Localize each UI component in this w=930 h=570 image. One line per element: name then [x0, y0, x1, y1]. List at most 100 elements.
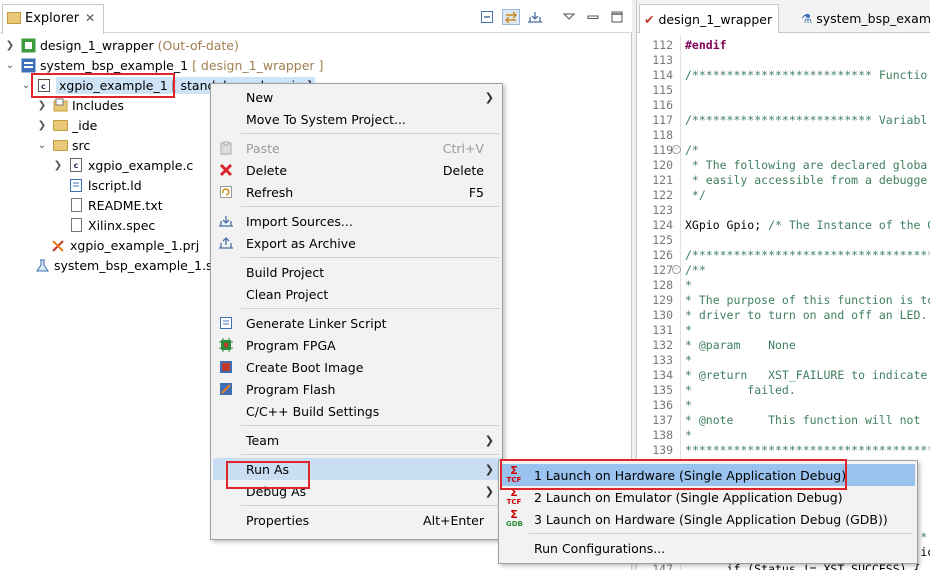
code-line[interactable]: 122 */ [637, 188, 706, 203]
code-line[interactable]: 118 [637, 128, 685, 143]
code-line[interactable]: 121 * easily accessible from a debugge [637, 173, 927, 188]
editor-tab-design-wrapper[interactable]: ✔ design_1_wrapper [639, 4, 780, 33]
chevron-right-icon[interactable]: ❯ [52, 160, 64, 171]
tree-item-system-bsp[interactable]: ⌄ system_bsp_example_1 [ design_1_wrappe… [4, 55, 324, 75]
menu-item-shortcut: Ctrl+V [442, 140, 484, 156]
line-number: 133 [652, 353, 673, 367]
code-line[interactable]: 138 * [637, 428, 692, 443]
paste-icon [218, 140, 234, 156]
menu-item-label: Run As [246, 461, 290, 477]
code-line[interactable]: 113 [637, 53, 685, 68]
code-line[interactable]: 131 * [637, 323, 692, 338]
tree-item-readme[interactable]: README.txt [68, 195, 163, 215]
tree-item-label: system_bsp_example_1.sprj [54, 257, 230, 273]
chevron-right-icon: ❯ [484, 484, 494, 498]
code-text: * easily accessible from a debugge [685, 173, 928, 187]
code-line[interactable]: 126 /************************************ [637, 248, 930, 263]
menu-item-clean-project[interactable]: Clean Project [213, 283, 502, 305]
tree-item-xilinx-spec[interactable]: Xilinx.spec [68, 215, 155, 235]
code-line[interactable]: 132 * @param None [637, 338, 796, 353]
code-line[interactable]: 139 ************************************ [637, 443, 930, 458]
maximize-icon[interactable] [608, 9, 626, 25]
line-number: 120 [652, 158, 673, 172]
tree-item-includes[interactable]: ❯ Includes [36, 95, 124, 115]
menu-item-run-as[interactable]: Run As ❯ [213, 458, 502, 480]
submenu-item-1-launch-on-hardware-single-application-debug[interactable]: Σ TCF 1 Launch on Hardware (Single Applica… [501, 464, 915, 486]
view-menu-icon[interactable] [560, 9, 578, 25]
code-line[interactable]: 137 * @note This function will not [637, 413, 920, 428]
code-line[interactable]: 115 [637, 83, 685, 98]
submenu-item-2-launch-on-emulator-single-application-debug[interactable]: Σ TCF 2 Launch on Emulator (Single Applica… [501, 486, 915, 508]
collapse-all-icon[interactable] [478, 9, 496, 25]
menu-item-label: Program FPGA [246, 337, 336, 353]
system-project-icon [20, 57, 36, 73]
import-icon[interactable] [526, 9, 544, 25]
code-line[interactable]: 120 * The following are declared globa [637, 158, 927, 173]
link-with-editor-icon[interactable] [502, 9, 520, 25]
fold-marker-icon[interactable]: - [672, 145, 681, 154]
tree-item-ide[interactable]: ❯ _ide [36, 115, 98, 135]
submenu-item-3-launch-on-hardware-single-application-debug-gdb[interactable]: Σ GDB 3 Launch on Hardware (Single Applica… [501, 508, 915, 530]
tree-item-note: [ design_1_wrapper ] [192, 57, 324, 73]
menu-separator [241, 257, 499, 258]
prj-file-icon [50, 237, 66, 253]
editor-tab-system-bsp[interactable]: ⚗ system_bsp_example [797, 4, 930, 33]
menu-item-delete[interactable]: Delete Delete [213, 159, 502, 181]
code-line[interactable]: 130 * driver to turn on and off an LED. [637, 308, 927, 323]
close-icon[interactable]: ✕ [85, 11, 95, 25]
menu-item-create-boot-image[interactable]: Create Boot Image [213, 356, 502, 378]
refresh-icon [218, 184, 234, 200]
chevron-right-icon[interactable]: ❯ [4, 40, 16, 51]
menu-item-generate-linker-script[interactable]: Generate Linker Script [213, 312, 502, 334]
menu-separator [241, 133, 499, 134]
menu-item-properties[interactable]: Properties Alt+Enter [213, 509, 502, 531]
line-number: 114 [652, 68, 673, 82]
chevron-right-icon[interactable]: ❯ [36, 100, 48, 111]
submenu-item-run-configurations[interactable]: Run Configurations... [501, 537, 915, 559]
code-line[interactable]: 134 * @return XST_FAILURE to indicate [637, 368, 927, 383]
code-line[interactable]: 123 [637, 203, 685, 218]
tree-item-prj[interactable]: xgpio_example_1.prj [50, 235, 199, 255]
tree-item-lscript[interactable]: lscript.ld [68, 175, 142, 195]
menu-item-c-c-build-settings[interactable]: C/C++ Build Settings [213, 400, 502, 422]
menu-item-refresh[interactable]: Refresh F5 [213, 181, 502, 203]
code-line[interactable]: 117 /************************** Variabl [637, 113, 927, 128]
menu-item-paste[interactable]: Paste Ctrl+V [213, 137, 502, 159]
code-line[interactable]: 119 /* [637, 143, 699, 158]
minimize-icon[interactable] [584, 9, 602, 25]
menu-item-move-to-system-project[interactable]: Move To System Project... [213, 108, 502, 130]
code-line[interactable]: 135 * failed. [637, 383, 796, 398]
menu-item-export-as-archive[interactable]: Export as Archive [213, 232, 502, 254]
chevron-right-icon[interactable]: ❯ [36, 120, 48, 131]
delete-icon [218, 162, 234, 178]
menu-separator [241, 505, 499, 506]
code-line[interactable]: 112 #endif [637, 38, 726, 53]
code-line[interactable]: 136 * [637, 398, 692, 413]
code-line[interactable]: 116 [637, 98, 685, 113]
code-line[interactable]: 129 * The purpose of this function is to [637, 293, 930, 308]
menu-item-team[interactable]: Team ❯ [213, 429, 502, 451]
code-line[interactable]: 125 [637, 233, 685, 248]
menu-item-program-flash[interactable]: Program Flash [213, 378, 502, 400]
tree-item-xgpio-example-c[interactable]: ❯ c xgpio_example.c [52, 155, 194, 175]
explorer-tab[interactable]: Explorer ✕ [2, 4, 105, 34]
menu-item-import-sources[interactable]: Import Sources... [213, 210, 502, 232]
chevron-down-icon[interactable]: ⌄ [20, 80, 32, 91]
menu-item-build-project[interactable]: Build Project [213, 261, 502, 283]
chevron-down-icon[interactable]: ⌄ [4, 60, 16, 71]
menu-item-program-fpga[interactable]: Program FPGA [213, 334, 502, 356]
code-line[interactable]: 133 * [637, 353, 692, 368]
menu-item-debug-as[interactable]: Debug As ❯ [213, 480, 502, 502]
chevron-down-icon[interactable]: ⌄ [36, 140, 48, 151]
menu-item-new[interactable]: New ❯ [213, 86, 502, 108]
tree-item-label: xgpio_example.c [88, 157, 194, 173]
line-number: 132 [652, 338, 673, 352]
code-line[interactable]: 114 /************************** Functio [637, 68, 927, 83]
tree-item-design-wrapper[interactable]: ❯ design_1_wrapper (Out-of-date) [4, 35, 239, 55]
tree-item-sprj[interactable]: system_bsp_example_1.sprj [34, 255, 229, 275]
code-line[interactable]: 128 * [637, 278, 692, 293]
tree-item-src[interactable]: ⌄ src [36, 135, 90, 155]
code-line[interactable]: 124 XGpio Gpio; /* The Instance of the G [637, 218, 930, 233]
menu-item-label: Program Flash [246, 381, 336, 397]
fold-marker-icon[interactable]: - [672, 265, 681, 274]
